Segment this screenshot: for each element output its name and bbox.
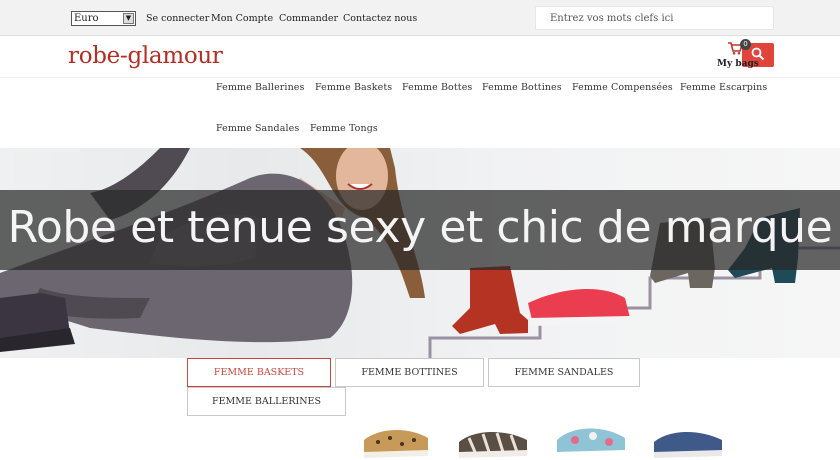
my-account-link[interactable]: Mon Compte xyxy=(211,13,273,24)
logo-bar: robe-glamour 0 My bags xyxy=(0,37,840,77)
tab-femme-sandales[interactable]: FEMME SANDALES xyxy=(488,358,640,387)
nav-item-ballerines[interactable]: Femme Ballerines xyxy=(216,82,305,93)
dropdown-arrow-icon[interactable]: ▼ xyxy=(123,13,134,24)
nav-item-sandales[interactable]: Femme Sandales xyxy=(216,123,299,134)
contact-link[interactable]: Contactez nous xyxy=(343,13,417,24)
checkout-link[interactable]: Commander xyxy=(279,13,338,24)
product-thumbnail-zebra[interactable] xyxy=(455,400,531,460)
nav-item-escarpins[interactable]: Femme Escarpins xyxy=(680,82,767,93)
cart-label[interactable]: My bags xyxy=(717,59,759,69)
product-thumbnail-navy[interactable] xyxy=(650,400,726,460)
top-utility-bar: Euro ▼ Se connecter Mon Compte Commander… xyxy=(0,0,840,36)
cart-count-badge: 0 xyxy=(740,39,751,50)
nav-item-compensees[interactable]: Femme Compensées xyxy=(572,82,673,93)
nav-item-baskets[interactable]: Femme Baskets xyxy=(315,82,392,93)
product-thumbnail-leopard[interactable] xyxy=(358,400,434,460)
currency-value: Euro xyxy=(74,13,99,24)
tab-femme-bottines[interactable]: FEMME BOTTINES xyxy=(335,358,484,387)
nav-item-tongs[interactable]: Femme Tongs xyxy=(310,123,378,134)
tab-femme-baskets[interactable]: FEMME BASKETS xyxy=(187,358,331,387)
category-nav: Femme Ballerines Femme Baskets Femme Bot… xyxy=(0,77,840,148)
product-thumbnail-floral[interactable] xyxy=(553,400,629,460)
tab-femme-ballerines[interactable]: FEMME BALLERINES xyxy=(187,387,346,416)
hero-title: Robe et tenue sexy et chic de marque xyxy=(7,202,833,253)
currency-select[interactable]: Euro ▼ xyxy=(71,11,136,26)
site-logo[interactable]: robe-glamour xyxy=(68,43,223,69)
login-link[interactable]: Se connecter xyxy=(146,13,209,24)
nav-item-bottes[interactable]: Femme Bottes xyxy=(402,82,472,93)
hero-banner-image: Robe et tenue sexy et chic de marque xyxy=(0,148,840,358)
search-placeholder: Entrez vos mots clefs ici xyxy=(550,13,674,24)
search-input[interactable]: Entrez vos mots clefs ici xyxy=(535,6,774,30)
nav-item-bottines[interactable]: Femme Bottines xyxy=(482,82,562,93)
